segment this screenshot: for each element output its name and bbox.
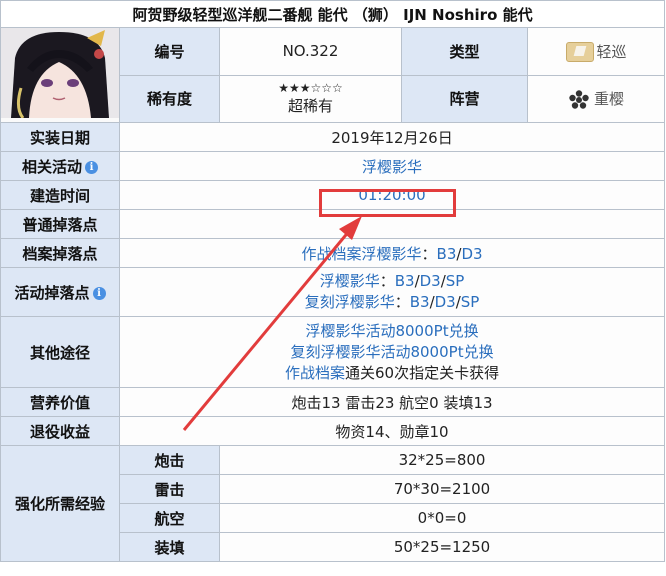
label-enhance-exp: 强化所需经验 bbox=[0, 445, 120, 562]
other-way-text: 通关60次指定关卡获得 bbox=[344, 363, 500, 382]
enhance-stat: 装填 bbox=[119, 532, 220, 562]
light-cruiser-icon bbox=[565, 42, 594, 62]
value-rarity: ★★★☆☆☆ 超稀有 bbox=[219, 74, 402, 123]
label-number: 编号 bbox=[119, 27, 220, 76]
value-event-drop: 浮樱影华：B3/D3/SP 复刻浮樱影华：B3/D3/SP bbox=[118, 267, 666, 317]
label-other-ways: 其他途径 bbox=[0, 316, 120, 388]
value-faction-text: 重樱 bbox=[594, 90, 625, 108]
event-drop-d3-link[interactable]: D3 bbox=[420, 272, 441, 290]
event-drop-line: 浮樱影华：B3/D3/SP bbox=[121, 271, 664, 292]
archive-event-link[interactable]: 作战档案浮樱影华 bbox=[302, 245, 422, 263]
value-faction[interactable]: 重樱 bbox=[526, 74, 666, 123]
enhance-formula: 50*25=1250 bbox=[218, 532, 666, 562]
sakura-empire-icon bbox=[569, 89, 589, 109]
enhance-stat: 雷击 bbox=[119, 474, 220, 504]
event-drop-sep: ： bbox=[379, 272, 395, 290]
rarity-text: 超稀有 bbox=[287, 97, 333, 116]
label-event-drop: 活动掉落点 i bbox=[0, 267, 120, 317]
other-way-archive-link[interactable]: 作战档案 bbox=[285, 364, 345, 382]
rarity-stars: ★★★☆☆☆ bbox=[278, 81, 343, 96]
value-number: NO.322 bbox=[219, 27, 402, 76]
value-impl-date: 2019年12月26日 bbox=[118, 122, 666, 152]
ship-title: 阿贺野级轻型巡洋舰二番舰 能代 （狮） IJN Noshiro 能代 bbox=[0, 0, 666, 28]
enhance-formula: 32*25=800 bbox=[218, 445, 666, 475]
label-impl-date: 实装日期 bbox=[0, 122, 120, 152]
event-drop-name-link[interactable]: 复刻浮樱影华 bbox=[305, 293, 395, 311]
label-archive-drop: 档案掉落点 bbox=[0, 238, 120, 268]
event-drop-d3-link[interactable]: D3 bbox=[435, 293, 456, 311]
other-way-link[interactable]: 浮樱影华活动8000Pt兑换 bbox=[121, 321, 664, 342]
enhance-formula: 0*0=0 bbox=[218, 503, 666, 533]
other-way-link[interactable]: 复刻浮樱影华活动8000Pt兑换 bbox=[121, 342, 664, 363]
value-build-time[interactable]: 01:20:00 bbox=[118, 180, 666, 210]
value-retire: 物资14、勋章10 bbox=[118, 416, 666, 446]
info-icon[interactable]: i bbox=[92, 286, 106, 300]
value-archive-drop: 作战档案浮樱影华：B3/D3 bbox=[118, 238, 666, 268]
archive-b3-link[interactable]: B3 bbox=[437, 245, 457, 263]
value-normal-drop bbox=[118, 209, 666, 239]
event-drop-b3-link[interactable]: B3 bbox=[410, 293, 430, 311]
info-icon[interactable]: i bbox=[85, 160, 98, 174]
label-retire: 退役收益 bbox=[0, 416, 120, 446]
event-drop-sp-link[interactable]: SP bbox=[446, 272, 465, 290]
label-event-drop-text: 活动掉落点 bbox=[14, 283, 90, 302]
label-related-event: 相关活动 i bbox=[0, 151, 120, 181]
other-way-line: 作战档案通关60次指定关卡获得 bbox=[121, 363, 664, 384]
label-nutrition: 营养价值 bbox=[0, 387, 120, 417]
ship-info-table: 阿贺野级轻型巡洋舰二番舰 能代 （狮） IJN Noshiro 能代 编号 NO… bbox=[0, 0, 666, 562]
enhance-formula: 70*30=2100 bbox=[218, 474, 666, 504]
archive-d3-link[interactable]: D3 bbox=[461, 245, 482, 263]
value-type[interactable]: 轻巡 bbox=[526, 27, 666, 76]
enhance-stat: 航空 bbox=[119, 503, 220, 533]
label-build-time: 建造时间 bbox=[0, 180, 120, 210]
label-faction: 阵营 bbox=[401, 74, 528, 123]
value-nutrition: 炮击13 雷击23 航空0 装填13 bbox=[118, 387, 666, 417]
value-other-ways: 浮樱影华活动8000Pt兑换 复刻浮樱影华活动8000Pt兑换 作战档案通关60… bbox=[118, 316, 666, 388]
value-type-text: 轻巡 bbox=[596, 42, 627, 61]
event-drop-name-link[interactable]: 浮樱影华 bbox=[320, 272, 380, 290]
enhance-stat: 炮击 bbox=[119, 445, 220, 475]
event-drop-sep: ： bbox=[394, 293, 410, 311]
label-related-event-text: 相关活动 bbox=[21, 157, 82, 176]
ship-portrait[interactable] bbox=[0, 27, 120, 123]
label-rarity: 稀有度 bbox=[119, 74, 220, 123]
label-type: 类型 bbox=[401, 27, 528, 76]
ship-info-panel: 阿贺野级轻型巡洋舰二番舰 能代 （狮） IJN Noshiro 能代 编号 NO… bbox=[0, 0, 666, 576]
ship-portrait-image bbox=[1, 28, 119, 119]
archive-sep: ： bbox=[421, 244, 437, 263]
event-drop-b3-link[interactable]: B3 bbox=[395, 272, 415, 290]
label-normal-drop: 普通掉落点 bbox=[0, 209, 120, 239]
event-drop-line: 复刻浮樱影华：B3/D3/SP bbox=[121, 292, 664, 313]
event-drop-sp-link[interactable]: SP bbox=[461, 293, 480, 311]
value-related-event[interactable]: 浮樱影华 bbox=[118, 151, 666, 181]
